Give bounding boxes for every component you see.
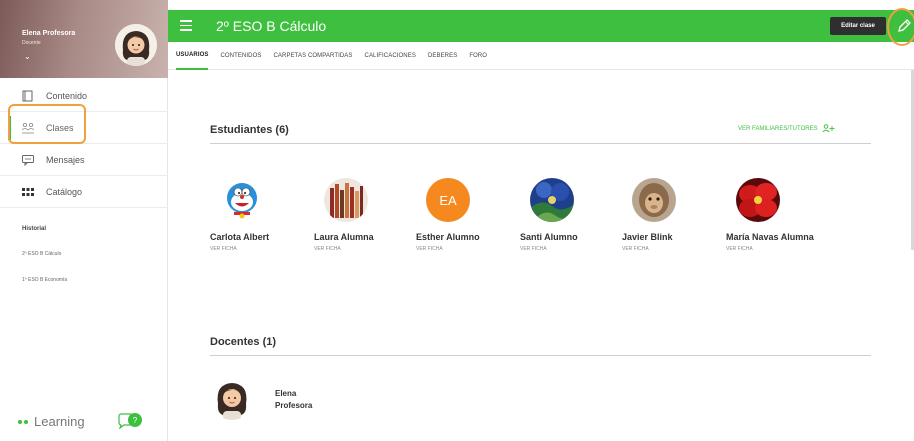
student-name: María Navas Alumna xyxy=(726,232,814,242)
student-card[interactable]: Javier Blink VER FICHA xyxy=(622,178,712,252)
brand-logo: Learning xyxy=(18,414,85,429)
teachers-title: Docentes (1) xyxy=(210,336,277,348)
menu-icon[interactable] xyxy=(180,20,192,31)
main-content: Estudiantes (6) VER FAMILIARES/TUTORES C… xyxy=(168,70,914,441)
chevron-down-icon[interactable]: ⌄ xyxy=(24,52,31,61)
edit-class-button[interactable]: Editar clase xyxy=(830,17,886,35)
tab-foro[interactable]: FORO xyxy=(469,42,487,70)
view-profile-link[interactable]: VER FICHA xyxy=(210,246,300,252)
topbar: 2º ESO B Cálculo Editar clase xyxy=(168,10,914,42)
tab-usuarios[interactable]: USUARIOS xyxy=(176,42,209,70)
sidebar: Elena Profesora Docente ⌄ Contenido Clas… xyxy=(0,0,168,441)
profile-name: Elena Profesora xyxy=(22,30,76,37)
view-profile-link[interactable]: VER FICHA xyxy=(416,246,506,252)
family-link-label: VER FAMILIARES/TUTORES xyxy=(738,125,818,132)
avatar xyxy=(324,178,368,222)
profile-role: Docente xyxy=(22,40,41,46)
page-title: 2º ESO B Cálculo xyxy=(216,18,327,34)
student-card[interactable]: María Navas Alumna VER FICHA xyxy=(726,178,816,252)
students-title: Estudiantes (6) xyxy=(210,124,289,136)
page: Elena Profesora Docente ⌄ Contenido Clas… xyxy=(0,0,914,441)
sidebar-item-label: Mensajes xyxy=(46,154,85,165)
history-item[interactable]: 2º ESO B Cálculo xyxy=(22,251,61,257)
student-name: Esther Alumno xyxy=(416,232,480,242)
sidebar-item-mensajes[interactable]: Mensajes xyxy=(0,144,168,176)
student-name: Laura Alumna xyxy=(314,232,374,242)
student-name: Santi Alumno xyxy=(520,232,578,242)
history-title: Historial xyxy=(22,226,47,232)
svg-text:?: ? xyxy=(133,416,138,425)
sidebar-item-label: Contenido xyxy=(46,90,88,101)
brand-word: Learning xyxy=(34,414,85,429)
avatar xyxy=(220,178,264,222)
student-card[interactable]: Santi Alumno VER FICHA xyxy=(520,178,610,252)
view-profile-link[interactable]: VER FICHA xyxy=(520,246,610,252)
avatar xyxy=(530,178,574,222)
highlight-ring xyxy=(887,8,914,46)
tab-contenidos[interactable]: CONTENIDOS xyxy=(220,42,261,70)
highlight-ring xyxy=(8,104,86,144)
tab-deberes[interactable]: DEBERES xyxy=(428,42,457,70)
book-icon xyxy=(20,89,36,103)
student-name: Javier Blink xyxy=(622,232,673,242)
grid-icon xyxy=(20,185,36,199)
sidebar-item-label: Catálogo xyxy=(46,186,83,197)
view-profile-link[interactable]: VER FICHA xyxy=(622,246,712,252)
avatar xyxy=(210,376,254,420)
sidebar-item-catalogo[interactable]: Catálogo xyxy=(0,176,168,208)
tab-carpetas-compartidas[interactable]: CARPETAS COMPARTIDAS xyxy=(274,42,353,70)
student-name: Carlota Albert xyxy=(210,232,270,242)
divider xyxy=(210,355,871,356)
brand-dots-icon xyxy=(18,419,28,424)
chat-icon xyxy=(20,153,36,167)
family-link[interactable]: VER FAMILIARES/TUTORES xyxy=(738,124,836,133)
initials: EA xyxy=(439,192,457,208)
profile-header[interactable]: Elena Profesora Docente ⌄ xyxy=(0,0,168,78)
tab-bar: USUARIOS CONTENIDOS CARPETAS COMPARTIDAS… xyxy=(168,42,914,70)
student-card[interactable]: Carlota Albert VER FICHA xyxy=(210,178,300,252)
history-item[interactable]: 1º ESO B Economía xyxy=(22,277,67,283)
view-profile-link[interactable]: VER FICHA xyxy=(726,246,816,252)
avatar-initials: EA xyxy=(426,178,470,222)
avatar xyxy=(115,24,157,66)
divider xyxy=(210,143,871,144)
add-user-icon xyxy=(822,124,835,133)
tab-calificaciones[interactable]: CALIFICACIONES xyxy=(365,42,416,70)
student-card[interactable]: EA Esther Alumno VER FICHA xyxy=(416,178,506,252)
help-chat-icon[interactable]: ? xyxy=(116,413,144,430)
avatar xyxy=(736,178,780,222)
view-profile-link[interactable]: VER FICHA xyxy=(314,246,404,252)
avatar xyxy=(632,178,676,222)
student-card[interactable]: Laura Alumna VER FICHA xyxy=(314,178,404,252)
sidebar-nav: Contenido Clases Mensajes Catálogo xyxy=(0,80,168,208)
teacher-name: Elena Profesora xyxy=(275,389,313,410)
